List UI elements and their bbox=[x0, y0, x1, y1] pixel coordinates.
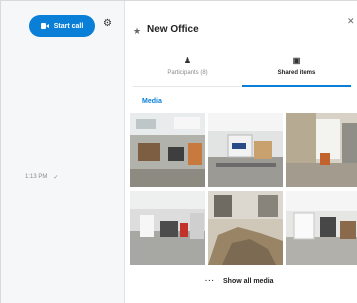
media-thumbnail[interactable] bbox=[130, 191, 205, 265]
participants-icon: ♟ bbox=[183, 56, 192, 65]
tab-participants[interactable]: ♟ Participants (8) bbox=[133, 53, 242, 87]
app-window: Start call ⚙ 1:13 PM ✓ ★ New Office ✕ ♟ … bbox=[0, 0, 357, 303]
tab-shared-items[interactable]: ▣ Shared items bbox=[242, 53, 351, 87]
more-icon: ··· bbox=[205, 278, 215, 285]
video-camera-icon bbox=[40, 23, 49, 29]
media-section-label: Media bbox=[142, 98, 162, 105]
media-thumbnail[interactable] bbox=[208, 191, 283, 265]
close-icon[interactable]: ✕ bbox=[347, 16, 355, 27]
gear-icon[interactable]: ⚙ bbox=[102, 18, 113, 29]
message-timestamp: 1:13 PM ✓ bbox=[25, 174, 58, 181]
show-all-media-label: Show all media bbox=[223, 278, 274, 285]
tab-participants-label: Participants (8) bbox=[167, 70, 208, 76]
start-call-label: Start call bbox=[53, 22, 84, 30]
chat-column: Start call ⚙ 1:13 PM ✓ bbox=[1, 1, 124, 303]
message-time: 1:13 PM bbox=[25, 174, 48, 180]
gallery-icon: ▣ bbox=[292, 56, 301, 65]
star-icon[interactable]: ★ bbox=[133, 26, 141, 37]
tab-shared-items-label: Shared items bbox=[277, 70, 316, 76]
shared-items-panel: ★ New Office ✕ ♟ Participants (8) ▣ Shar… bbox=[125, 1, 357, 303]
media-grid bbox=[130, 113, 357, 265]
media-thumbnail[interactable] bbox=[208, 113, 283, 187]
panel-title: New Office bbox=[147, 24, 199, 35]
media-thumbnail[interactable] bbox=[286, 191, 357, 265]
start-call-button[interactable]: Start call bbox=[29, 15, 95, 37]
show-all-media-button[interactable]: ··· Show all media bbox=[205, 278, 274, 285]
sent-check-icon: ✓ bbox=[53, 175, 59, 181]
media-thumbnail[interactable] bbox=[286, 113, 357, 187]
panel-tabs: ♟ Participants (8) ▣ Shared items bbox=[133, 53, 351, 87]
media-thumbnail[interactable] bbox=[130, 113, 205, 187]
